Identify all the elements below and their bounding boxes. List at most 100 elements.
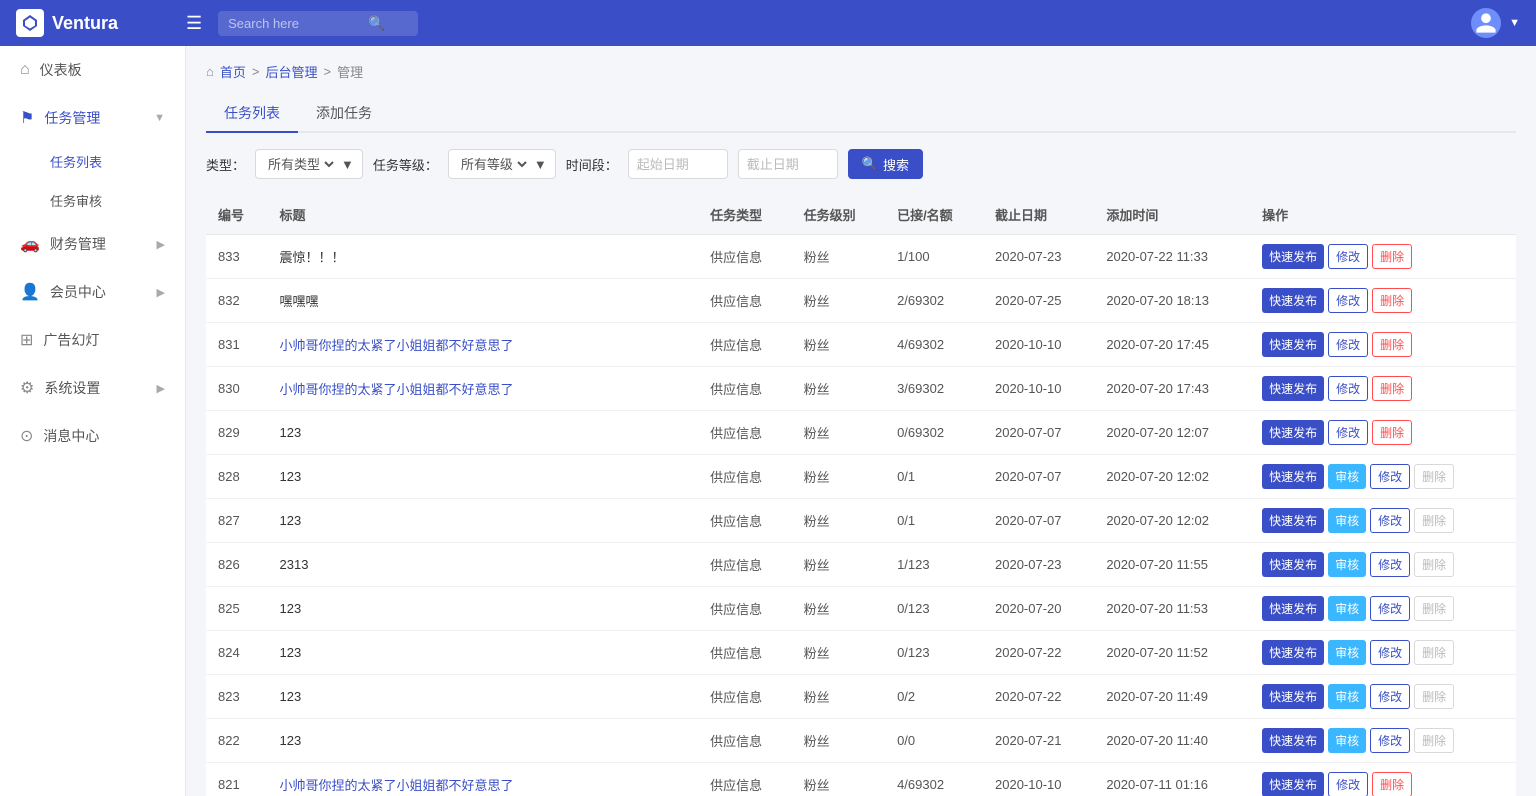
breadcrumb-backend[interactable]: 后台管理 xyxy=(265,62,317,81)
table-row: 826 2313 供应信息 粉丝 1/123 2020-07-23 2020-0… xyxy=(206,543,1516,587)
cell-type: 供应信息 xyxy=(698,631,792,675)
cell-id: 825 xyxy=(206,587,268,631)
cell-deadline: 2020-07-23 xyxy=(983,543,1094,587)
quick-publish-button[interactable]: 快速发布 xyxy=(1262,332,1324,357)
quick-publish-button[interactable]: 快速发布 xyxy=(1262,464,1324,489)
cell-title[interactable]: 小帅哥你捏的太紧了小姐姐都不好意思了 xyxy=(268,367,699,411)
chevron-down-icon[interactable]: ▼ xyxy=(1509,17,1520,29)
sidebar-item-task-management[interactable]: ⚑ 任务管理 ▼ xyxy=(0,94,185,142)
delete-button[interactable]: 删除 xyxy=(1414,596,1454,621)
search-button[interactable]: 🔍 搜索 xyxy=(848,149,923,179)
cell-id: 829 xyxy=(206,411,268,455)
breadcrumb: ⌂ 首页 > 后台管理 > 管理 xyxy=(206,62,1516,81)
breadcrumb-home[interactable]: 首页 xyxy=(220,62,246,81)
delete-button[interactable]: 删除 xyxy=(1372,772,1412,796)
sidebar-subitem-task-list[interactable]: 任务列表 xyxy=(0,142,185,181)
hamburger-icon[interactable]: ☰ xyxy=(186,13,202,34)
quick-publish-button[interactable]: 快速发布 xyxy=(1262,508,1324,533)
delete-button[interactable]: 删除 xyxy=(1372,420,1412,445)
cell-count: 0/1 xyxy=(885,455,983,499)
filter-level-dropdown[interactable]: 所有等级 xyxy=(457,156,530,173)
audit-button[interactable]: 审核 xyxy=(1328,640,1366,665)
cell-title[interactable]: 小帅哥你捏的太紧了小姐姐都不好意思了 xyxy=(268,323,699,367)
col-type: 任务类型 xyxy=(698,195,792,235)
quick-publish-button[interactable]: 快速发布 xyxy=(1262,376,1324,401)
edit-button[interactable]: 修改 xyxy=(1328,332,1368,357)
edit-button[interactable]: 修改 xyxy=(1328,244,1368,269)
sidebar-item-member[interactable]: 👤 会员中心 ▶ xyxy=(0,268,185,316)
cell-deadline: 2020-10-10 xyxy=(983,367,1094,411)
audit-button[interactable]: 审核 xyxy=(1328,684,1366,709)
cell-title: 123 xyxy=(268,675,699,719)
end-date-input[interactable] xyxy=(738,149,838,179)
delete-button[interactable]: 删除 xyxy=(1372,288,1412,313)
edit-button[interactable]: 修改 xyxy=(1370,728,1410,753)
sidebar-label-dashboard: 仪表板 xyxy=(40,60,82,80)
cell-id: 831 xyxy=(206,323,268,367)
quick-publish-button[interactable]: 快速发布 xyxy=(1262,684,1324,709)
audit-button[interactable]: 审核 xyxy=(1328,464,1366,489)
col-title: 标题 xyxy=(268,195,699,235)
sidebar-subitem-label-task-list: 任务列表 xyxy=(50,155,102,170)
delete-button[interactable]: 删除 xyxy=(1372,332,1412,357)
tab-task-list[interactable]: 任务列表 xyxy=(206,95,298,133)
filter-type-select[interactable]: 所有类型 ▼ xyxy=(255,149,363,179)
audit-button[interactable]: 审核 xyxy=(1328,596,1366,621)
edit-button[interactable]: 修改 xyxy=(1370,596,1410,621)
start-date-input[interactable] xyxy=(628,149,728,179)
search-input[interactable] xyxy=(228,16,368,31)
delete-button[interactable]: 删除 xyxy=(1414,728,1454,753)
delete-button[interactable]: 删除 xyxy=(1372,244,1412,269)
sidebar-item-finance[interactable]: 🚗 财务管理 ▶ xyxy=(0,220,185,268)
tab-add-task[interactable]: 添加任务 xyxy=(298,95,390,133)
delete-button[interactable]: 删除 xyxy=(1414,552,1454,577)
sidebar-item-settings[interactable]: ⚙ 系统设置 ▶ xyxy=(0,364,185,412)
filter-level-select[interactable]: 所有等级 ▼ xyxy=(448,149,556,179)
top-header: Ventura ☰ 🔍 ▼ xyxy=(0,0,1536,46)
search-btn-icon: 🔍 xyxy=(862,156,878,172)
quick-publish-button[interactable]: 快速发布 xyxy=(1262,596,1324,621)
cell-title: 123 xyxy=(268,455,699,499)
delete-button[interactable]: 删除 xyxy=(1414,464,1454,489)
edit-button[interactable]: 修改 xyxy=(1328,376,1368,401)
sidebar-label-task-management: 任务管理 xyxy=(44,108,100,128)
sidebar-item-messages[interactable]: ⊙ 消息中心 xyxy=(0,412,185,460)
edit-button[interactable]: 修改 xyxy=(1370,640,1410,665)
edit-button[interactable]: 修改 xyxy=(1370,684,1410,709)
quick-publish-button[interactable]: 快速发布 xyxy=(1262,552,1324,577)
sidebar-item-dashboard[interactable]: ⌂ 仪表板 xyxy=(0,46,185,94)
chevron-right-icon-finance: ▶ xyxy=(157,238,165,251)
sidebar-subitem-task-audit[interactable]: 任务审核 xyxy=(0,181,185,220)
quick-publish-button[interactable]: 快速发布 xyxy=(1262,772,1324,796)
cell-actions: 快速发布 修改 删除 xyxy=(1250,367,1516,411)
search-btn-label: 搜索 xyxy=(883,155,909,174)
audit-button[interactable]: 审核 xyxy=(1328,552,1366,577)
edit-button[interactable]: 修改 xyxy=(1328,288,1368,313)
avatar[interactable] xyxy=(1471,8,1501,38)
delete-button[interactable]: 删除 xyxy=(1372,376,1412,401)
edit-button[interactable]: 修改 xyxy=(1370,464,1410,489)
cell-title[interactable]: 小帅哥你捏的太紧了小姐姐都不好意思了 xyxy=(268,763,699,796)
audit-button[interactable]: 审核 xyxy=(1328,728,1366,753)
quick-publish-button[interactable]: 快速发布 xyxy=(1262,728,1324,753)
delete-button[interactable]: 删除 xyxy=(1414,640,1454,665)
audit-button[interactable]: 审核 xyxy=(1328,508,1366,533)
quick-publish-button[interactable]: 快速发布 xyxy=(1262,244,1324,269)
quick-publish-button[interactable]: 快速发布 xyxy=(1262,640,1324,665)
task-table: 编号 标题 任务类型 任务级别 已接/名额 截止日期 添加时间 操作 833 震… xyxy=(206,195,1516,796)
edit-button[interactable]: 修改 xyxy=(1370,508,1410,533)
cell-actions: 快速发布 修改 删除 xyxy=(1250,763,1516,796)
cell-id: 833 xyxy=(206,235,268,279)
edit-button[interactable]: 修改 xyxy=(1370,552,1410,577)
edit-button[interactable]: 修改 xyxy=(1328,772,1368,796)
sidebar-item-ad-lantern[interactable]: ⊞ 广告幻灯 xyxy=(0,316,185,364)
delete-button[interactable]: 删除 xyxy=(1414,684,1454,709)
delete-button[interactable]: 删除 xyxy=(1414,508,1454,533)
quick-publish-button[interactable]: 快速发布 xyxy=(1262,288,1324,313)
filter-type-dropdown[interactable]: 所有类型 xyxy=(264,156,337,173)
cell-actions: 快速发布 修改 删除 xyxy=(1250,279,1516,323)
search-bar: 🔍 xyxy=(218,11,418,36)
quick-publish-button[interactable]: 快速发布 xyxy=(1262,420,1324,445)
edit-button[interactable]: 修改 xyxy=(1328,420,1368,445)
cell-count: 3/69302 xyxy=(885,367,983,411)
